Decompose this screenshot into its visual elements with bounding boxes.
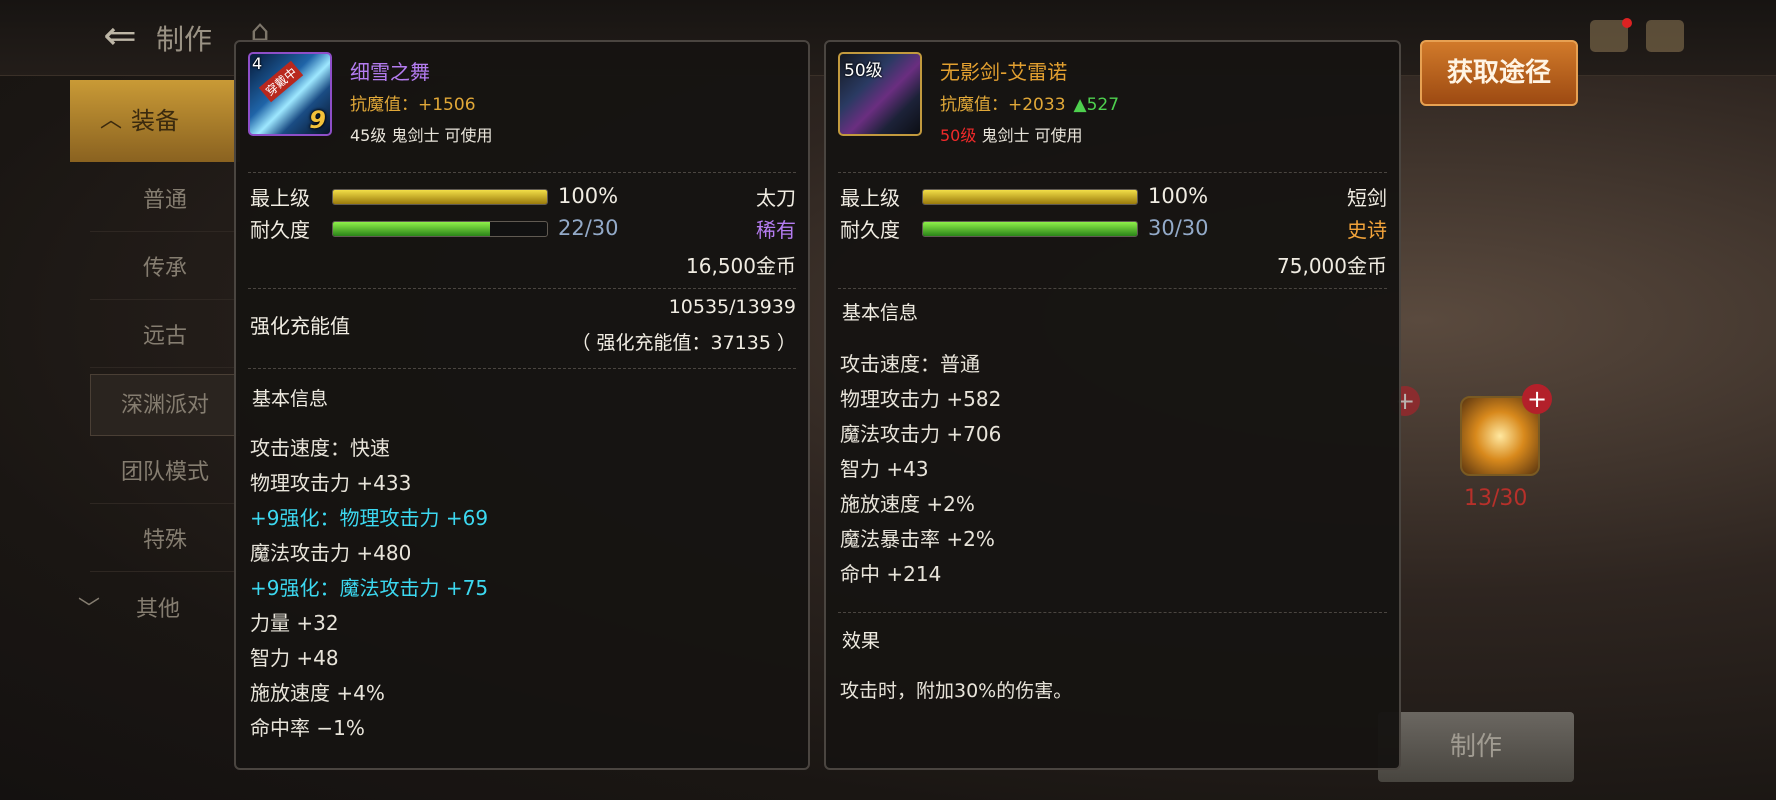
stat-line: 物理攻击力 +582 xyxy=(840,387,1002,411)
item-name: 细雪之舞 xyxy=(350,60,430,84)
category-sidebar: ︿ 装备 普通 传承 远古 深渊派对 团队模式 特殊 ﹀ 其他 xyxy=(70,80,240,700)
stat-line: 施放速度 +2% xyxy=(840,492,975,516)
durability-value: 22/30 xyxy=(558,216,619,240)
stat-line: 魔法攻击力 +480 xyxy=(250,541,412,565)
max-level-label: 最上级 xyxy=(840,186,900,210)
durability-value: 30/30 xyxy=(1148,216,1209,240)
category-other[interactable]: ﹀ 其他 xyxy=(70,580,240,640)
max-level-bar xyxy=(332,189,548,205)
rarity-label: 稀有 xyxy=(756,218,796,242)
chevron-down-icon: ﹀ xyxy=(78,597,101,622)
divider xyxy=(838,288,1387,289)
magic-resist: 抗魔值：+2033 ▲527 xyxy=(940,95,1120,115)
effect-title: 效果 xyxy=(842,630,881,652)
durability-label: 耐久度 xyxy=(250,218,310,242)
page-title: 制作 xyxy=(156,23,213,56)
max-level-fill xyxy=(923,190,1137,204)
item-name: 无影剑-艾雷诺 xyxy=(940,60,1068,84)
price: 16,500金币 xyxy=(686,254,796,278)
material-count: 13/30 xyxy=(1464,486,1528,511)
notification-dot xyxy=(1622,18,1632,28)
durability-bar xyxy=(332,221,548,237)
back-arrow-icon[interactable]: ⇐ xyxy=(96,14,144,58)
durability-fill xyxy=(333,222,490,236)
stat-line: 攻击速度：快速 xyxy=(250,436,390,460)
divider xyxy=(248,288,796,289)
charge-total: （ 强化充能值：37135 ） xyxy=(571,332,796,354)
compare-item-tooltip: 50级 无影剑-艾雷诺 抗魔值：+2033 ▲527 50级 鬼剑士 可使用 最上… xyxy=(824,40,1401,770)
category-equipment[interactable]: ︿ 装备 xyxy=(70,80,240,162)
durability-bar xyxy=(922,221,1138,237)
stat-line: 物理攻击力 +433 xyxy=(250,471,412,495)
weapon-type: 太刀 xyxy=(756,186,796,210)
sidebar-item-special[interactable]: 特殊 xyxy=(90,510,240,572)
sidebar-item-normal[interactable]: 普通 xyxy=(90,170,240,232)
price: 75,000金币 xyxy=(1277,254,1387,278)
requirement: 45级 鬼剑士 可使用 xyxy=(350,126,493,145)
craft-button[interactable]: 制作 xyxy=(1378,712,1574,782)
stat-line: 魔法攻击力 +706 xyxy=(840,422,1002,446)
basic-info-title: 基本信息 xyxy=(252,388,329,410)
rarity-label: 史诗 xyxy=(1347,218,1387,242)
max-level-value: 100% xyxy=(1148,184,1209,208)
charge-current: 10535/13939 xyxy=(668,296,796,318)
divider xyxy=(248,368,796,369)
divider xyxy=(838,172,1387,173)
divider xyxy=(838,612,1387,613)
dagger-icon: 50级 xyxy=(838,52,922,136)
sidebar-item-abyss[interactable]: 深渊派对 xyxy=(90,374,240,436)
stat-line: 命中率 −1% xyxy=(250,716,365,740)
enhance-level: 9 xyxy=(309,106,326,134)
stat-line: 魔法暴击率 +2% xyxy=(840,527,995,551)
chat-icon[interactable] xyxy=(1646,20,1684,52)
magic-resist: 抗魔值：+1506 xyxy=(350,95,476,115)
add-material-button[interactable]: + xyxy=(1522,384,1552,414)
durability-label: 耐久度 xyxy=(840,218,900,242)
divider xyxy=(248,172,796,173)
max-level-value: 100% xyxy=(558,184,619,208)
basic-info-title: 基本信息 xyxy=(842,302,919,324)
durability-fill xyxy=(923,222,1137,236)
sidebar-item-raid[interactable]: 团队模式 xyxy=(90,442,240,504)
stat-line: 命中 +214 xyxy=(840,562,942,586)
sidebar-item-ancient[interactable]: 远古 xyxy=(90,306,240,368)
sword-icon: 4 穿戴中 9 xyxy=(248,52,332,136)
icon-level: 50级 xyxy=(844,61,883,81)
max-level-fill xyxy=(333,190,547,204)
equipped-item-tooltip: 4 穿戴中 9 细雪之舞 抗魔值：+1506 45级 鬼剑士 可使用 最上级 1… xyxy=(234,40,810,770)
icon-level: 4 xyxy=(252,54,263,73)
stat-line: 攻击速度：普通 xyxy=(840,352,980,376)
resist-diff: ▲527 xyxy=(1073,95,1120,115)
stat-line: 智力 +43 xyxy=(840,457,929,481)
weapon-type: 短剑 xyxy=(1347,186,1387,210)
charge-label: 强化充能值 xyxy=(250,314,350,338)
stat-line: 施放速度 +4% xyxy=(250,681,385,705)
sidebar-item-inherit[interactable]: 传承 xyxy=(90,238,240,300)
max-level-bar xyxy=(922,189,1138,205)
effect-text: 攻击时，附加30%的伤害。 xyxy=(840,680,1073,702)
stat-line: 智力 +48 xyxy=(250,646,339,670)
equipped-badge: 穿戴中 xyxy=(258,60,304,103)
enhance-stat-line: +9强化：魔法攻击力 +75 xyxy=(250,576,489,600)
chevron-up-icon: ︿ xyxy=(100,108,123,133)
max-level-label: 最上级 xyxy=(250,186,310,210)
requirement: 50级 鬼剑士 可使用 xyxy=(940,126,1083,145)
obtain-route-button[interactable]: 获取途径 xyxy=(1420,40,1578,106)
enhance-stat-line: +9强化：物理攻击力 +69 xyxy=(250,506,489,530)
required-level: 50级 xyxy=(940,126,977,145)
stat-line: 力量 +32 xyxy=(250,611,339,635)
